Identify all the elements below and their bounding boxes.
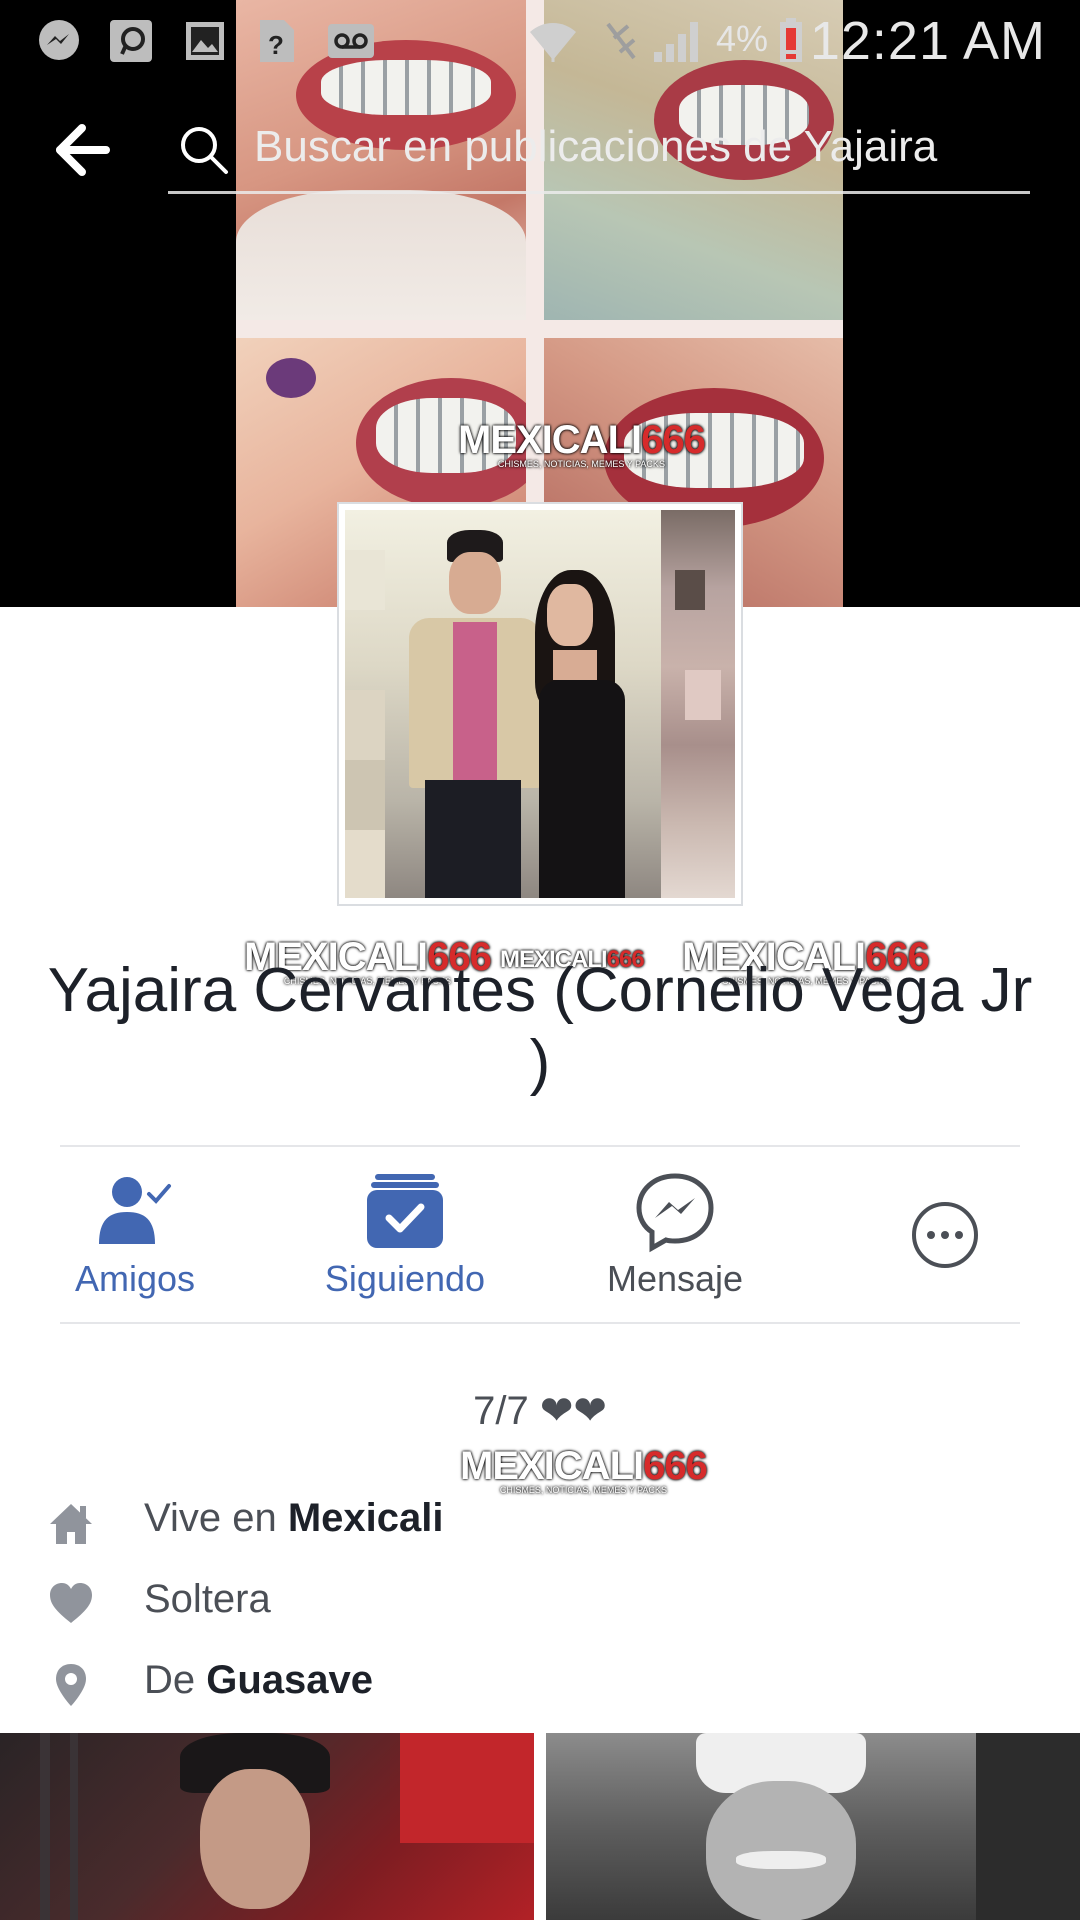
message-label: Mensaje bbox=[606, 1258, 744, 1299]
friends-check-icon bbox=[93, 1170, 177, 1254]
friends-button[interactable]: Amigos bbox=[15, 1160, 255, 1310]
unknown-app-icon: ? bbox=[254, 18, 300, 64]
info-row-relationship: Soltera bbox=[46, 1573, 1026, 1633]
photo-person-woman bbox=[525, 570, 635, 898]
signal-bars-icon bbox=[652, 18, 704, 64]
voicemail-icon bbox=[326, 18, 376, 64]
location-pin-icon bbox=[46, 1660, 96, 1710]
chat-bubble-icon bbox=[108, 18, 154, 64]
divider-bottom bbox=[60, 1322, 1020, 1324]
search-placeholder: Buscar en publicaciones de Yajaira bbox=[254, 122, 938, 171]
profile-name: Yajaira Cervantes (Cornelio Vega Jr ) bbox=[47, 956, 1033, 1097]
messenger-notification-icon bbox=[36, 18, 82, 64]
search-icon bbox=[178, 124, 230, 176]
watermark-logo-intro: MEXICALI666 CHISMES, NOTICIAS, MEMES Y P… bbox=[460, 1444, 708, 1495]
following-button[interactable]: Siguiendo bbox=[285, 1160, 525, 1310]
back-arrow-icon[interactable] bbox=[54, 120, 114, 180]
lives-value[interactable]: Mexicali bbox=[288, 1496, 444, 1540]
intro-bio: 7/7 ❤❤ bbox=[473, 1389, 607, 1433]
battery-percent: 4% bbox=[716, 18, 769, 59]
info-text-lives-in: Vive en Mexicali bbox=[144, 1496, 443, 1541]
friends-label: Amigos bbox=[74, 1258, 196, 1299]
following-check-icon bbox=[363, 1170, 447, 1254]
status-bar: ? 4% 12:21 AM bbox=[0, 0, 1080, 80]
from-value[interactable]: Guasave bbox=[206, 1658, 373, 1702]
home-icon bbox=[46, 1498, 96, 1548]
status-time: 12:21 AM bbox=[809, 11, 1046, 71]
svg-text:?: ? bbox=[268, 30, 284, 60]
info-text-relationship: Soltera bbox=[144, 1577, 271, 1621]
featured-photo-1[interactable] bbox=[0, 1733, 534, 1920]
from-prefix: De bbox=[144, 1658, 196, 1702]
messenger-icon bbox=[633, 1170, 717, 1254]
search-input[interactable]: Buscar en publicaciones de Yajaira bbox=[168, 106, 1030, 194]
heart-icon bbox=[46, 1579, 96, 1629]
following-label: Siguiendo bbox=[324, 1258, 486, 1299]
battery-low-icon bbox=[778, 18, 804, 64]
message-button[interactable]: Mensaje bbox=[555, 1160, 795, 1310]
more-options-icon bbox=[910, 1200, 980, 1270]
photo-person-man bbox=[405, 530, 545, 898]
info-row-lives-in[interactable]: Vive en Mexicali bbox=[46, 1492, 1026, 1552]
profile-picture[interactable] bbox=[337, 502, 743, 906]
more-options-button[interactable] bbox=[825, 1160, 1065, 1310]
featured-photo-2[interactable] bbox=[546, 1733, 1080, 1920]
divider-top bbox=[60, 1145, 1020, 1147]
info-text-from: De Guasave bbox=[144, 1658, 373, 1703]
wifi-icon bbox=[526, 18, 580, 64]
profile-photo bbox=[345, 510, 735, 898]
lives-prefix: Vive en bbox=[144, 1496, 277, 1540]
info-row-from[interactable]: De Guasave bbox=[46, 1654, 1026, 1714]
cover-watermark-logo: MEXICALI666 CHISMES, NOTICIAS, MEMES Y P… bbox=[458, 418, 706, 469]
gallery-icon bbox=[182, 18, 228, 64]
no-signal-icon bbox=[598, 18, 644, 64]
